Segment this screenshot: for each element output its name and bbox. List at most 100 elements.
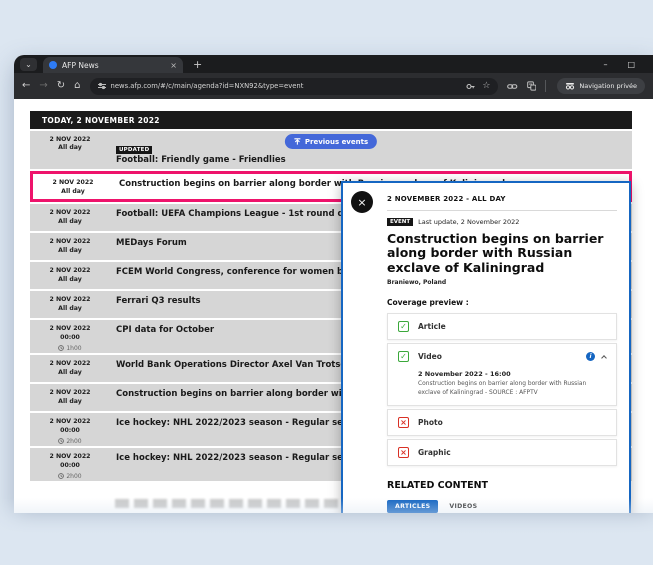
row-time: All day <box>30 144 110 152</box>
password-key-icon[interactable] <box>466 82 475 91</box>
home-button[interactable]: ⌂ <box>74 81 80 91</box>
translate-icon[interactable] <box>527 81 537 91</box>
coverage-status-icon: × <box>398 417 409 428</box>
related-content-tabs: ARTICLES VIDEOS <box>387 500 617 513</box>
previous-events-label: Previous events <box>305 138 368 146</box>
row-date-column: 2 NOV 2022 All day <box>30 262 110 289</box>
page-content: TODAY, 2 NOVEMBER 2022 2 NOV 2022 All da… <box>14 99 653 513</box>
row-time: All day <box>30 218 110 226</box>
coverage-label: Video <box>418 352 442 361</box>
coverage-status-icon: ✓ <box>398 351 409 362</box>
row-duration-value: 2h00 <box>66 473 81 480</box>
bookmark-star-icon[interactable]: ☆ <box>482 82 490 91</box>
back-button[interactable]: ← <box>22 81 30 91</box>
window-controls: – □ <box>603 60 635 69</box>
row-date: 2 NOV 2022 <box>30 136 110 144</box>
browser-window: ⌄ AFP News × + – □ ← → ↻ ⌂ news.afp.com/… <box>14 55 653 513</box>
row-time: All day <box>30 305 110 313</box>
row-date: 2 NOV 2022 <box>30 389 110 397</box>
popup-close-button[interactable]: × <box>351 191 373 213</box>
row-duration-value: 2h00 <box>66 438 81 445</box>
row-time: All day <box>30 398 110 406</box>
row-title: Football: Friendly game - Friendlies <box>116 155 624 165</box>
row-date: 2 NOV 2022 <box>30 418 110 426</box>
popup-event-location: Braniewo, Poland <box>387 279 617 286</box>
coverage-detail-time: 2 November 2022 - 16:00 <box>418 370 604 378</box>
browser-tab-bar: ⌄ AFP News × + – □ <box>14 55 653 73</box>
clock-icon <box>58 473 64 479</box>
row-date: 2 NOV 2022 <box>30 209 110 217</box>
coverage-status-icon: × <box>398 447 409 458</box>
toolbar-divider <box>545 80 546 92</box>
tab-title: AFP News <box>62 61 166 70</box>
row-date-column: 2 NOV 2022 All day <box>30 233 110 260</box>
row-time: All day <box>30 276 110 284</box>
row-time: All day <box>30 369 110 377</box>
row-date-column: 2 NOV 2022 All day <box>30 355 110 382</box>
url-text[interactable]: news.afp.com/#/c/main/agenda?id=NXN92&ty… <box>111 82 462 90</box>
row-date: 2 NOV 2022 <box>30 453 110 461</box>
row-date-column: 2 NOV 2022 All day <box>30 131 110 169</box>
browser-tab[interactable]: AFP News × <box>43 57 183 73</box>
related-tab-articles[interactable]: ARTICLES <box>387 500 438 513</box>
link-icon[interactable] <box>507 82 517 91</box>
event-detail-popup: × 2 NOVEMBER 2022 - ALL DAY EVENT Last u… <box>341 181 631 513</box>
clock-icon <box>58 345 64 351</box>
row-date: 2 NOV 2022 <box>30 296 110 304</box>
incognito-icon <box>565 82 575 90</box>
popup-event-title: Construction begins on barrier along bor… <box>387 232 617 275</box>
coverage-list: ✓ Article ✓ Video i 2 November 2022 - 16… <box>387 313 617 466</box>
forward-button[interactable]: → <box>39 81 47 91</box>
private-browsing-label: Navigation privée <box>579 82 637 90</box>
maximize-button[interactable]: □ <box>627 60 635 69</box>
last-update-text: Last update, 2 November 2022 <box>418 218 519 226</box>
related-content-heading: RELATED CONTENT <box>387 480 617 491</box>
browser-toolbar: ← → ↻ ⌂ news.afp.com/#/c/main/agenda?id=… <box>14 73 653 99</box>
coverage-row[interactable]: ✓ Article <box>387 313 617 340</box>
row-time: All day <box>30 247 110 255</box>
coverage-label: Photo <box>418 418 443 427</box>
row-date: 2 NOV 2022 <box>30 325 110 333</box>
coverage-detail-text: Construction begins on barrier along bor… <box>418 380 604 397</box>
agenda-day-header: TODAY, 2 NOVEMBER 2022 <box>30 111 632 129</box>
row-date: 2 NOV 2022 <box>30 267 110 275</box>
row-date-column: 2 NOV 2022 All day <box>30 291 110 318</box>
reload-button[interactable]: ↻ <box>57 81 65 91</box>
row-time: 00:00 <box>30 427 110 435</box>
coverage-status-icon: ✓ <box>398 321 409 332</box>
coverage-row[interactable]: × Graphic <box>387 439 617 466</box>
previous-events-button[interactable]: Previous events <box>285 134 377 149</box>
row-date: 2 NOV 2022 <box>33 179 113 187</box>
row-date-column: 2 NOV 2022 00:00 2h00 <box>30 448 110 481</box>
row-date-column: 2 NOV 2022 All day <box>33 174 113 199</box>
row-time: 00:00 <box>30 334 110 342</box>
tab-close-icon[interactable]: × <box>170 61 177 70</box>
row-duration-value: 1h00 <box>66 345 81 352</box>
coverage-label: Graphic <box>418 448 451 457</box>
coverage-detail: 2 November 2022 - 16:00 Construction beg… <box>388 369 616 405</box>
private-browsing-badge: Navigation privée <box>557 78 645 94</box>
url-bar[interactable]: news.afp.com/#/c/main/agenda?id=NXN92&ty… <box>90 78 499 95</box>
new-tab-button[interactable]: + <box>193 58 202 71</box>
info-icon[interactable]: i <box>586 352 595 361</box>
scroll-to-top-icon <box>294 138 301 145</box>
coverage-preview-label: Coverage preview : <box>387 298 617 307</box>
chevron-up-icon[interactable] <box>601 355 607 361</box>
related-tab-videos[interactable]: VIDEOS <box>449 503 477 510</box>
row-date: 2 NOV 2022 <box>30 238 110 246</box>
event-badge: EVENT <box>387 218 413 226</box>
clock-icon <box>58 438 64 444</box>
coverage-row[interactable]: × Photo <box>387 409 617 436</box>
tune-icon <box>98 82 106 90</box>
row-duration: 2h00 <box>30 438 110 445</box>
row-date: 2 NOV 2022 <box>30 360 110 368</box>
row-date-column: 2 NOV 2022 00:00 1h00 <box>30 320 110 353</box>
row-duration: 1h00 <box>30 345 110 352</box>
tab-favicon-icon <box>49 61 57 69</box>
row-duration: 2h00 <box>30 473 110 480</box>
tab-search-button[interactable]: ⌄ <box>20 58 37 71</box>
coverage-row[interactable]: ✓ Video i 2 November 2022 - 16:00 Constr… <box>387 343 617 406</box>
minimize-button[interactable]: – <box>603 60 607 69</box>
row-time: 00:00 <box>30 462 110 470</box>
coverage-label: Article <box>418 322 446 331</box>
